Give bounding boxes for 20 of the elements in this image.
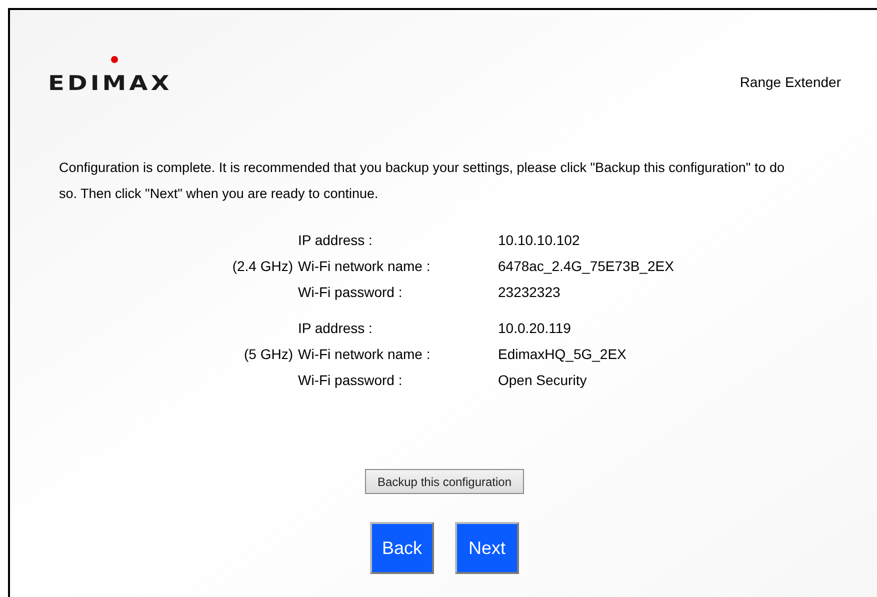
logo: EDIMAX <box>48 70 172 96</box>
field-label: Wi-Fi network name : <box>298 345 432 364</box>
field-value: EdimaxHQ_5G_2EX <box>498 345 628 364</box>
field-label: Wi-Fi password : <box>298 371 404 390</box>
band-label: (2.4 GHz) <box>232 258 293 274</box>
instruction-text: Configuration is complete. It is recommended that you backup your settings, please click "Backup this configuration" to do so. Then click "Next" when you are ready to continue. <box>59 159 786 203</box>
field-label: Wi-Fi password : <box>298 283 404 302</box>
field-label: IP address : <box>298 319 374 338</box>
field-label: Wi-Fi network name : <box>298 257 432 276</box>
field-value: 6478ac_2.4G_75E73B_2EX <box>498 257 675 276</box>
product-name: Range Extender <box>740 73 841 92</box>
back-button[interactable]: Back <box>370 522 434 574</box>
field-value: Open Security <box>498 371 588 390</box>
field-label: IP address : <box>298 231 374 250</box>
band-label: (5 GHz) <box>244 346 293 362</box>
field-value: 10.0.20.119 <box>498 319 572 338</box>
backup-button[interactable]: Backup this configuration <box>365 469 524 494</box>
next-button[interactable]: Next <box>455 522 519 574</box>
field-value: 10.10.10.102 <box>498 231 581 250</box>
field-value: 23232323 <box>498 283 562 302</box>
